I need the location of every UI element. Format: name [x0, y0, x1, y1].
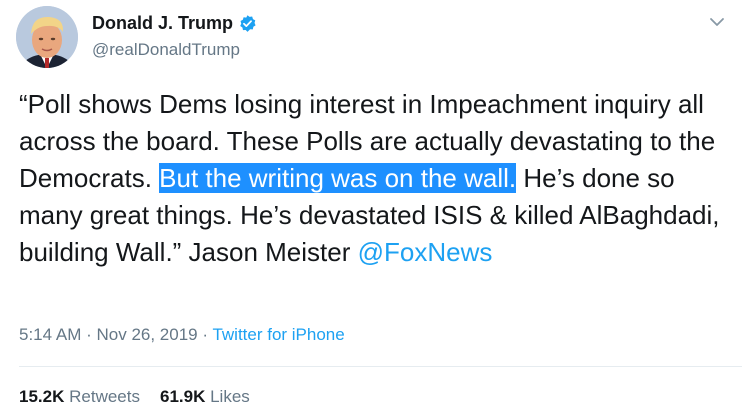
- user-handle[interactable]: @realDonaldTrump: [92, 40, 240, 60]
- engagement-stats: 15.2K Retweets 61.9K Likes: [19, 387, 250, 407]
- meta-separator: ·: [81, 325, 97, 344]
- retweets-label: Retweets: [69, 387, 140, 406]
- likes-count: 61.9K: [159, 387, 206, 406]
- chevron-down-icon[interactable]: [707, 12, 727, 32]
- tweet-metadata: 5:14 AM · Nov 26, 2019 · Twitter for iPh…: [19, 325, 345, 345]
- mention-link[interactable]: @FoxNews: [358, 237, 493, 267]
- avatar[interactable]: [16, 6, 78, 68]
- tweet-time[interactable]: 5:14 AM: [19, 325, 81, 344]
- meta-separator: ·: [197, 325, 213, 344]
- likes-stat[interactable]: 61.9K Likes: [160, 387, 250, 407]
- retweets-stat[interactable]: 15.2K Retweets: [19, 387, 140, 407]
- tweet-source-link[interactable]: Twitter for iPhone: [212, 325, 344, 344]
- retweets-count: 15.2K: [19, 387, 65, 406]
- tweet-text: “Poll shows Dems losing interest in Impe…: [19, 86, 735, 271]
- tweet-date[interactable]: Nov 26, 2019: [96, 325, 197, 344]
- verified-badge-icon: [240, 15, 256, 32]
- selected-text: But the writing was on the wall.: [159, 163, 517, 193]
- avatar-image: [16, 6, 78, 68]
- display-name[interactable]: Donald J. Trump: [92, 13, 233, 34]
- likes-label: Likes: [210, 387, 250, 406]
- divider: [19, 366, 742, 367]
- author-name-row: Donald J. Trump: [92, 13, 257, 34]
